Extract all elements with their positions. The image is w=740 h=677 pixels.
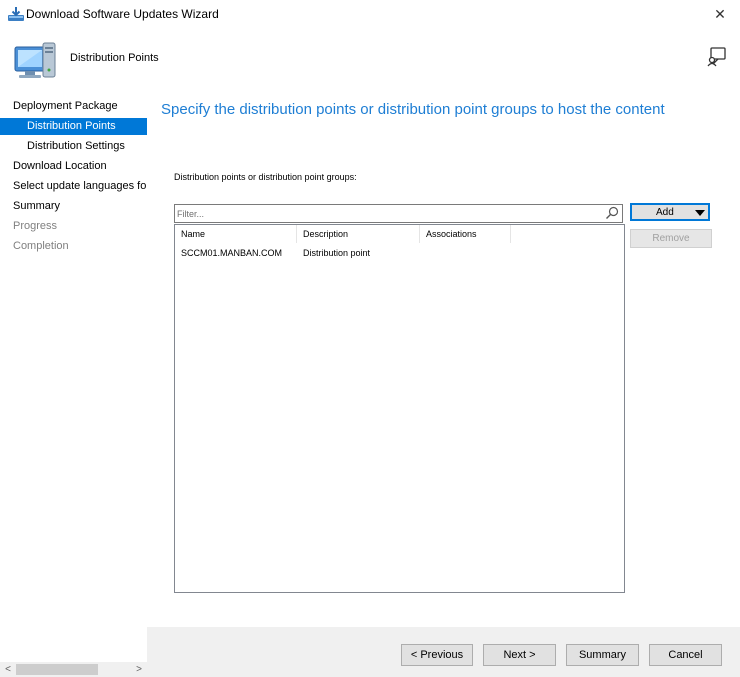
scroll-left-icon[interactable]: < — [1, 662, 15, 677]
window-title: Download Software Updates Wizard — [26, 7, 219, 21]
nav-item-distribution-settings[interactable]: Distribution Settings — [0, 138, 147, 155]
scroll-right-icon[interactable]: > — [132, 662, 146, 677]
close-icon: ✕ — [714, 6, 726, 22]
content-heading: Specify the distribution points or distr… — [161, 101, 665, 118]
distribution-points-list[interactable]: Name Description Associations SCCM01.MAN… — [174, 224, 625, 593]
summary-button[interactable]: Summary — [566, 644, 639, 666]
page-title: Distribution Points — [70, 52, 159, 64]
cancel-button[interactable]: Cancel — [649, 644, 722, 666]
wizard-step-nav: Deployment Package Distribution Points D… — [0, 90, 147, 677]
nav-item-progress: Progress — [13, 220, 58, 232]
cell-description: Distribution point — [303, 248, 371, 258]
column-header-name[interactable]: Name — [175, 225, 297, 243]
nav-item-distribution-points[interactable]: Distribution Points — [0, 118, 147, 135]
nav-horizontal-scrollbar[interactable]: < > — [0, 662, 147, 677]
nav-item-download-location[interactable]: Download Location — [0, 158, 147, 175]
filter-box[interactable] — [174, 204, 623, 223]
add-button[interactable]: Add — [630, 203, 710, 221]
search-icon[interactable] — [605, 206, 619, 220]
wizard-header: Distribution Points — [0, 28, 740, 91]
nav-item-deployment-package[interactable]: Deployment Package — [0, 98, 147, 115]
nav-item-select-update-languages[interactable]: Select update languages for — [0, 178, 147, 195]
wizard-content: Specify the distribution points or distr… — [147, 90, 740, 627]
column-header-description[interactable]: Description — [297, 225, 420, 243]
list-header: Name Description Associations — [175, 225, 624, 243]
table-row[interactable]: SCCM01.MANBAN.COM Distribution point — [175, 245, 624, 261]
nav-item-summary[interactable]: Summary — [0, 198, 147, 215]
remove-button: Remove — [630, 229, 712, 248]
filter-input[interactable] — [177, 206, 597, 221]
add-button-label: Add — [656, 207, 674, 218]
cell-associations — [420, 245, 511, 261]
previous-button[interactable]: < Previous — [401, 644, 473, 666]
distribution-points-label: Distribution points or distribution poin… — [174, 172, 357, 182]
download-icon — [8, 7, 24, 21]
computer-icon — [14, 42, 56, 78]
title-bar: Download Software Updates Wizard ✕ — [0, 0, 740, 28]
feedback-icon[interactable] — [706, 46, 728, 68]
column-header-associations[interactable]: Associations — [420, 225, 511, 243]
wizard-footer: < Previous Next > Summary Cancel — [147, 627, 740, 677]
nav-item-completion: Completion — [13, 240, 69, 252]
scrollbar-thumb[interactable] — [16, 664, 98, 675]
cell-name: SCCM01.MANBAN.COM — [181, 248, 283, 258]
next-button[interactable]: Next > — [483, 644, 556, 666]
chevron-down-icon[interactable] — [695, 210, 705, 216]
close-button[interactable]: ✕ — [700, 0, 740, 28]
